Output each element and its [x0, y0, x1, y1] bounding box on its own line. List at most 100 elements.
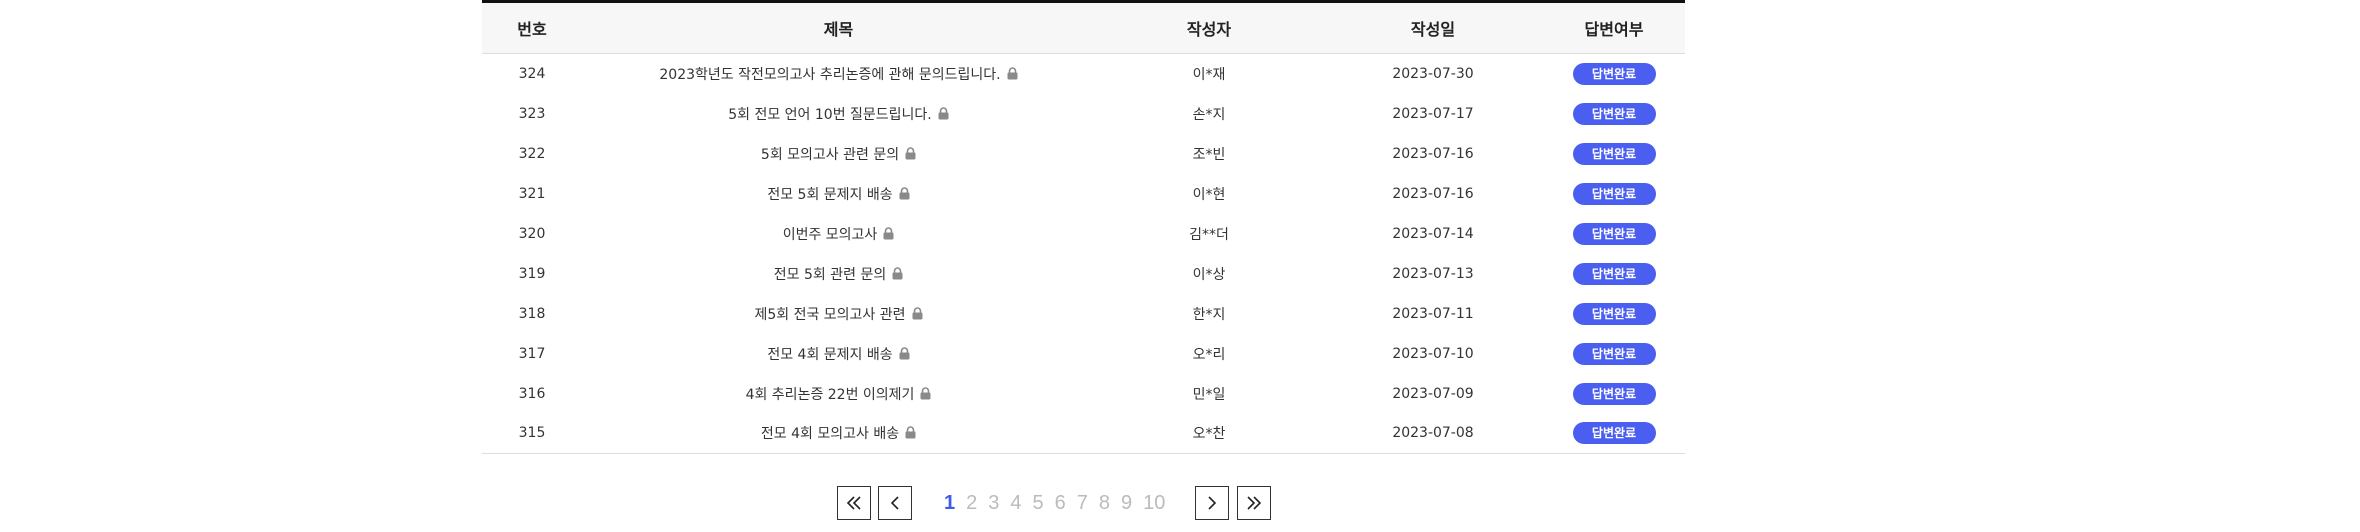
page-number-10[interactable]: 10 — [1143, 492, 1165, 515]
row-status-cell: 답변완료 — [1543, 94, 1685, 134]
row-author: 조*빈 — [1192, 146, 1226, 163]
row-title-cell: 5회 전모 언어 10번 질문드립니다. — [582, 94, 1095, 134]
row-number: 317 — [518, 345, 546, 362]
lock-icon — [905, 146, 916, 164]
row-author: 민*일 — [1192, 386, 1226, 403]
row-number: 318 — [518, 305, 546, 322]
page-number-2[interactable]: 2 — [966, 492, 977, 515]
row-title-link[interactable]: 5회 전모 언어 10번 질문드립니다. — [728, 107, 932, 123]
table-row[interactable]: 322 5회 모의고사 관련 문의 조*빈 2023-07-16 답변완료 — [482, 134, 1685, 174]
row-title-cell: 제5회 전국 모의고사 관련 — [582, 294, 1095, 334]
row-title-cell: 2023학년도 작전모의고사 추리논증에 관해 문의드립니다. — [582, 54, 1095, 94]
row-title-link[interactable]: 전모 5회 문제지 배송 — [767, 187, 892, 203]
table-row[interactable]: 320 이번주 모의고사 김**더 2023-07-14 답변완료 — [482, 214, 1685, 254]
table-row[interactable]: 315 전모 4회 모의고사 배송 오*찬 2023-07-08 답변완료 — [482, 414, 1685, 454]
lock-icon — [899, 186, 910, 204]
lock-icon — [905, 426, 916, 443]
row-date: 2023-07-16 — [1392, 185, 1474, 202]
page-number-9[interactable]: 9 — [1121, 492, 1132, 515]
double-chevron-left-icon — [846, 496, 861, 510]
row-status-cell: 답변완료 — [1543, 254, 1685, 294]
pagination: 1 2 3 4 5 6 7 8 9 10 — [837, 484, 1272, 522]
lock-icon — [899, 346, 910, 364]
header-date: 작성일 — [1410, 20, 1456, 39]
header-row: 번호 제목 작성자 작성일 답변여부 — [482, 1, 1685, 54]
row-title-link[interactable]: 2023학년도 작전모의고사 추리논증에 관해 문의드립니다. — [659, 67, 1000, 83]
row-date: 2023-07-30 — [1392, 65, 1474, 82]
row-date: 2023-07-17 — [1392, 105, 1474, 122]
status-badge: 답변완료 — [1572, 102, 1656, 125]
header-author: 작성자 — [1186, 20, 1232, 39]
row-title-cell: 전모 5회 문제지 배송 — [582, 174, 1095, 214]
row-author: 이*현 — [1192, 186, 1226, 203]
page-numbers: 1 2 3 4 5 6 7 8 9 10 — [944, 492, 1165, 515]
table-row[interactable]: 318 제5회 전국 모의고사 관련 한*지 2023-07-11 답변완료 — [482, 294, 1685, 334]
double-chevron-right-icon — [1247, 496, 1262, 510]
row-date: 2023-07-14 — [1392, 225, 1474, 242]
row-title-link[interactable]: 5회 모의고사 관련 문의 — [761, 147, 899, 163]
chevron-right-icon — [1208, 496, 1217, 510]
table-row[interactable]: 317 전모 4회 문제지 배송 오*리 2023-07-10 답변완료 — [482, 334, 1685, 374]
page-number-4[interactable]: 4 — [1010, 492, 1021, 515]
page-number-5[interactable]: 5 — [1033, 492, 1044, 515]
row-number: 323 — [518, 105, 546, 122]
lock-icon — [883, 226, 894, 244]
row-title-link[interactable]: 전모 4회 문제지 배송 — [767, 347, 892, 363]
qna-board: 번호 제목 작성자 작성일 답변여부 324 2023학년도 작전모의고사 추리논… — [482, 0, 1685, 454]
table-row[interactable]: 321 전모 5회 문제지 배송 이*현 2023-07-16 답변완료 — [482, 174, 1685, 214]
page-number-6[interactable]: 6 — [1055, 492, 1066, 515]
table-row[interactable]: 324 2023학년도 작전모의고사 추리논증에 관해 문의드립니다. 이*재 202… — [482, 54, 1685, 94]
lock-icon — [1007, 67, 1018, 84]
row-author: 손*지 — [1192, 106, 1226, 123]
lock-icon — [912, 306, 923, 324]
row-number: 319 — [518, 265, 546, 282]
row-number: 320 — [518, 225, 546, 242]
row-author: 이*상 — [1192, 266, 1226, 283]
status-badge: 답변완료 — [1572, 222, 1656, 245]
chevron-left-icon — [890, 496, 899, 510]
row-title-link[interactable]: 전모 4회 모의고사 배송 — [761, 426, 899, 442]
table-row[interactable]: 323 5회 전모 언어 10번 질문드립니다. 손*지 2023-07-17 답변완료 — [482, 94, 1685, 134]
row-date: 2023-07-11 — [1392, 305, 1474, 322]
prev-page-button[interactable] — [878, 486, 912, 520]
last-page-button[interactable] — [1237, 486, 1272, 520]
row-title-link[interactable]: 이번주 모의고사 — [783, 227, 878, 243]
status-badge: 답변완료 — [1572, 262, 1656, 285]
row-title-link[interactable]: 4회 추리논증 22번 이의제기 — [746, 387, 915, 403]
row-status-cell: 답변완료 — [1543, 374, 1685, 414]
row-title-link[interactable]: 제5회 전국 모의고사 관련 — [754, 307, 905, 323]
row-number: 324 — [518, 65, 546, 82]
status-badge: 답변완료 — [1572, 182, 1656, 205]
first-page-button[interactable] — [837, 486, 871, 520]
status-badge: 답변완료 — [1572, 422, 1656, 445]
page-number-1[interactable]: 1 — [944, 492, 955, 515]
row-status-cell: 답변완료 — [1543, 334, 1685, 374]
row-status-cell: 답변완료 — [1543, 414, 1685, 454]
page-number-7[interactable]: 7 — [1077, 492, 1088, 515]
row-date: 2023-07-10 — [1392, 345, 1474, 362]
row-status-cell: 답변완료 — [1543, 134, 1685, 174]
page-number-8[interactable]: 8 — [1099, 492, 1110, 515]
lock-icon — [920, 386, 931, 404]
row-author: 오*리 — [1192, 346, 1226, 363]
row-author: 오*찬 — [1192, 426, 1226, 443]
page-number-3[interactable]: 3 — [988, 492, 999, 515]
row-title-link[interactable]: 전모 5회 관련 문의 — [774, 267, 886, 283]
row-title-cell: 5회 모의고사 관련 문의 — [582, 134, 1095, 174]
table-row[interactable]: 319 전모 5회 관련 문의 이*상 2023-07-13 답변완료 — [482, 254, 1685, 294]
next-page-button[interactable] — [1195, 486, 1230, 520]
row-status-cell: 답변완료 — [1543, 174, 1685, 214]
row-status-cell: 답변완료 — [1543, 294, 1685, 334]
header-status: 답변여부 — [1584, 20, 1644, 39]
table-row[interactable]: 316 4회 추리논증 22번 이의제기 민*일 2023-07-09 답변완료 — [482, 374, 1685, 414]
status-badge: 답변완료 — [1572, 302, 1656, 325]
row-title-cell: 전모 4회 모의고사 배송 — [582, 414, 1095, 454]
row-status-cell: 답변완료 — [1543, 54, 1685, 94]
row-title-cell: 전모 4회 문제지 배송 — [582, 334, 1095, 374]
row-number: 322 — [518, 145, 546, 162]
row-number: 316 — [518, 385, 546, 402]
row-date: 2023-07-09 — [1392, 385, 1474, 402]
status-badge: 답변완료 — [1572, 382, 1656, 405]
row-author: 이*재 — [1192, 66, 1226, 83]
status-badge: 답변완료 — [1572, 62, 1656, 85]
